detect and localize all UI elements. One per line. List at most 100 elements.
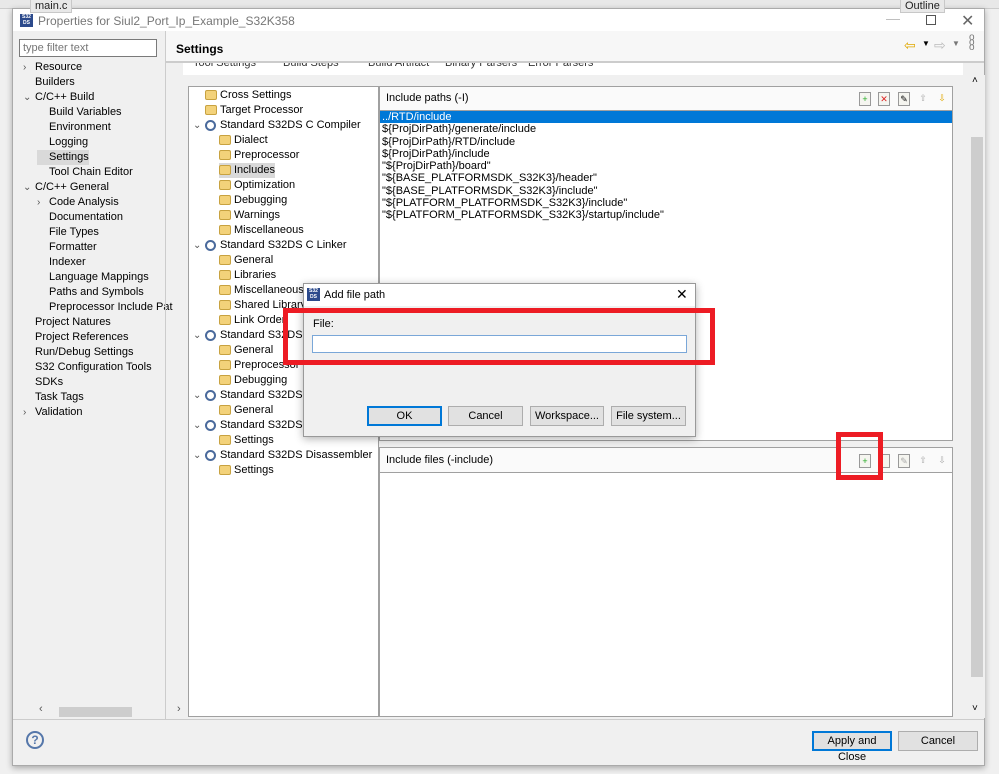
chevron-down-icon[interactable]: ⌄ (193, 388, 205, 403)
include-path-item[interactable]: ../RTD/include (380, 111, 952, 124)
tool-tree-item[interactable]: Debugging (219, 193, 287, 208)
tree-item[interactable]: S32 Configuration Tools (23, 360, 152, 375)
tree-item[interactable]: Environment (37, 120, 111, 135)
chevron-right-icon[interactable]: › (23, 405, 35, 420)
file-move-up-icon[interactable]: ⇧ (917, 454, 929, 468)
file-system-button[interactable]: File system... (611, 406, 686, 426)
file-move-down-icon[interactable]: ⇩ (936, 454, 948, 468)
move-up-icon[interactable]: ⇧ (917, 92, 929, 106)
chevron-down-icon[interactable]: ⌄ (193, 448, 205, 463)
include-path-item[interactable]: "${ProjDirPath}/board" (380, 160, 952, 172)
tree-item[interactable]: › Validation (23, 405, 83, 420)
tool-tree-item[interactable]: Miscellaneous (219, 223, 304, 238)
edit-file-icon[interactable]: ✎ (898, 454, 910, 468)
dialog-close-button[interactable]: ✕ (676, 286, 688, 303)
scroll-left-arrow[interactable]: ‹ (39, 703, 43, 715)
tree-item[interactable]: Run/Debug Settings (23, 345, 133, 360)
dialog-cancel-button[interactable]: Cancel (448, 406, 523, 426)
tool-tree-item[interactable]: Dialect (219, 133, 268, 148)
tree-item[interactable]: › Code Analysis (37, 195, 119, 210)
forward-arrow-icon[interactable]: ⇨ (934, 37, 946, 54)
chevron-down-icon[interactable]: ⌄ (193, 328, 205, 343)
chevron-down-icon[interactable]: ⌄ (23, 90, 35, 105)
menu-icon[interactable]: ooo (969, 33, 975, 53)
sash[interactable] (165, 31, 166, 719)
tree-item[interactable]: › Resource (23, 60, 82, 75)
tool-tree-item[interactable]: Libraries (219, 268, 276, 283)
back-arrow-icon[interactable]: ⇦ (904, 37, 916, 54)
scroll-right-arrow[interactable]: › (177, 703, 181, 715)
v-scrollbar[interactable]: ˄ ˅ (969, 75, 985, 718)
maximize-button[interactable] (926, 15, 936, 25)
chevron-right-icon[interactable]: › (23, 60, 35, 75)
add-path-icon[interactable]: + (859, 92, 871, 106)
tab[interactable]: Tool Settings (193, 63, 256, 69)
move-down-icon[interactable]: ⇩ (936, 92, 948, 106)
edit-path-icon[interactable]: ✎ (898, 92, 910, 106)
tree-item[interactable]: ⌄ C/C++ General (23, 180, 109, 195)
include-path-item[interactable]: "${BASE_PLATFORMSDK_S32K3}/include" (380, 185, 952, 197)
v-scroll-thumb[interactable] (971, 137, 983, 677)
include-path-item[interactable]: "${BASE_PLATFORMSDK_S32K3}/header" (380, 172, 952, 184)
delete-path-icon[interactable]: ✕ (878, 92, 890, 106)
tab[interactable]: Build Artifact (368, 63, 429, 69)
tab[interactable]: Error Parsers (528, 63, 593, 69)
tool-tree-item[interactable]: General (219, 253, 273, 268)
tree-item[interactable]: File Types (37, 225, 99, 240)
tree-item[interactable]: Settings (37, 150, 89, 165)
outline-tab[interactable]: Outline (900, 0, 945, 13)
tool-tree-item[interactable]: ⌄ Standard S32DS Disassembler (193, 448, 372, 463)
tool-tree-item[interactable]: Optimization (219, 178, 295, 193)
tree-item[interactable]: Indexer (37, 255, 86, 270)
chevron-down-icon[interactable]: ⌄ (23, 180, 35, 195)
tree-item[interactable]: Paths and Symbols (37, 285, 144, 300)
tree-item[interactable]: Documentation (37, 210, 123, 225)
tree-item[interactable]: Logging (37, 135, 88, 150)
tool-tree-item[interactable]: Settings (219, 463, 274, 478)
tool-tree-item[interactable]: Link Order (219, 313, 285, 328)
tree-item[interactable]: Build Variables (37, 105, 122, 120)
tool-tree-item[interactable]: Warnings (219, 208, 280, 223)
chevron-down-icon[interactable]: ⌄ (193, 418, 205, 433)
close-button[interactable]: ✕ (961, 11, 974, 31)
tree-item[interactable]: SDKs (23, 375, 63, 390)
tool-tree-item[interactable]: Target Processor (205, 103, 303, 118)
tree-item[interactable]: Language Mappings (37, 270, 149, 285)
tree-item[interactable]: Builders (23, 75, 75, 90)
tree-item[interactable]: ⌄ C/C++ Build (23, 90, 94, 105)
include-path-item[interactable]: ${ProjDirPath}/RTD/include (380, 136, 952, 148)
tree-item[interactable]: Formatter (37, 240, 97, 255)
chevron-right-icon[interactable]: › (37, 195, 49, 210)
editor-tab[interactable]: main.c (30, 0, 73, 13)
help-icon[interactable]: ? (26, 731, 44, 749)
tab[interactable]: Binary Parsers (445, 63, 517, 69)
chevron-down-icon[interactable]: ⌄ (193, 118, 205, 133)
include-path-item[interactable]: ${ProjDirPath}/include (380, 148, 952, 160)
tool-tree-item[interactable]: ⌄ Standard S32DS C Compiler (193, 118, 361, 133)
tool-tree-item[interactable]: General (219, 343, 273, 358)
tree-item[interactable]: Task Tags (23, 390, 84, 405)
include-path-item[interactable]: ${ProjDirPath}/generate/include (380, 123, 952, 135)
left-h-scrollbar[interactable]: ‹ › (39, 703, 181, 718)
tool-tree-item[interactable]: Includes (219, 163, 275, 178)
tree-item[interactable]: Preprocessor Include Pat (37, 300, 173, 315)
tab[interactable]: Build Steps (283, 63, 339, 69)
include-path-item[interactable]: "${PLATFORM_PLATFORMSDK_S32K3}/include" (380, 197, 952, 209)
tree-item[interactable]: Project Natures (23, 315, 111, 330)
tool-tree-item[interactable]: Preprocessor (219, 148, 299, 163)
workspace-button[interactable]: Workspace... (530, 406, 604, 426)
scroll-down-arrow[interactable]: ˅ (972, 703, 978, 714)
include-path-item[interactable]: "${PLATFORM_PLATFORMSDK_S32K3}/startup/i… (380, 209, 952, 221)
chevron-down-icon[interactable]: ⌄ (193, 238, 205, 253)
minimize-button[interactable]: — (886, 10, 900, 26)
tree-item[interactable]: Project References (23, 330, 129, 345)
apply-and-close-button[interactable]: Apply and Close (812, 731, 892, 763)
back-dropdown-icon[interactable]: ▼ (922, 39, 930, 48)
ok-button[interactable]: OK (367, 406, 442, 426)
tree-item[interactable]: Tool Chain Editor (37, 165, 133, 180)
forward-dropdown-icon[interactable]: ▼ (952, 39, 960, 48)
tool-tree-item[interactable]: Debugging (219, 373, 287, 388)
tool-tree-item[interactable]: General (219, 403, 273, 418)
tool-tree-item[interactable]: ⌄ Standard S32DS C Linker (193, 238, 347, 253)
tool-tree-item[interactable]: Cross Settings (205, 88, 292, 103)
